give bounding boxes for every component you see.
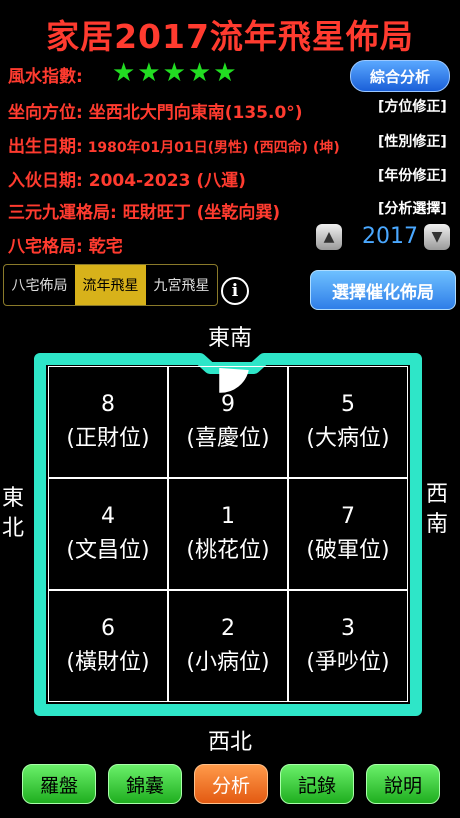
cell-number: 6 [101, 616, 115, 641]
cell-number: 5 [341, 392, 355, 417]
records-button[interactable]: 記錄 [280, 764, 354, 804]
grid-cell[interactable]: 9 (喜慶位) [168, 366, 288, 478]
analysis-button[interactable]: 分析 [194, 764, 268, 804]
cell-number: 4 [101, 504, 115, 529]
cell-label: (文昌位) [66, 538, 150, 563]
cell-label: (桃花位) [186, 538, 270, 563]
grid-cell[interactable]: 2 (小病位) [168, 590, 288, 702]
cell-number: 7 [341, 504, 355, 529]
flying-star-grid: 8 (正財位) 9 (喜慶位) 5 (大病位) 4 (文昌位) 1 (桃花位) … [48, 366, 408, 702]
cell-label: (爭吵位) [306, 650, 390, 675]
cell-label: (正財位) [66, 426, 150, 451]
grid-cell[interactable]: 1 (桃花位) [168, 478, 288, 590]
cell-number: 2 [221, 616, 235, 641]
cell-label: (破軍位) [306, 538, 390, 563]
cell-label: (小病位) [186, 650, 270, 675]
cell-number: 9 [221, 392, 235, 417]
cell-label: (大病位) [306, 426, 390, 451]
grid-cell[interactable]: 6 (橫財位) [48, 590, 168, 702]
grid-cell[interactable]: 5 (大病位) [288, 366, 408, 478]
help-button[interactable]: 說明 [366, 764, 440, 804]
tips-button[interactable]: 錦囊 [108, 764, 182, 804]
cell-number: 8 [101, 392, 115, 417]
cell-label: (橫財位) [66, 650, 150, 675]
grid-cell[interactable]: 4 (文昌位) [48, 478, 168, 590]
cell-label: (喜慶位) [186, 426, 270, 451]
grid-cell[interactable]: 3 (爭吵位) [288, 590, 408, 702]
compass-button[interactable]: 羅盤 [22, 764, 96, 804]
grid-cell[interactable]: 8 (正財位) [48, 366, 168, 478]
cell-number: 3 [341, 616, 355, 641]
cell-number: 1 [221, 504, 235, 529]
grid-cell[interactable]: 7 (破軍位) [288, 478, 408, 590]
